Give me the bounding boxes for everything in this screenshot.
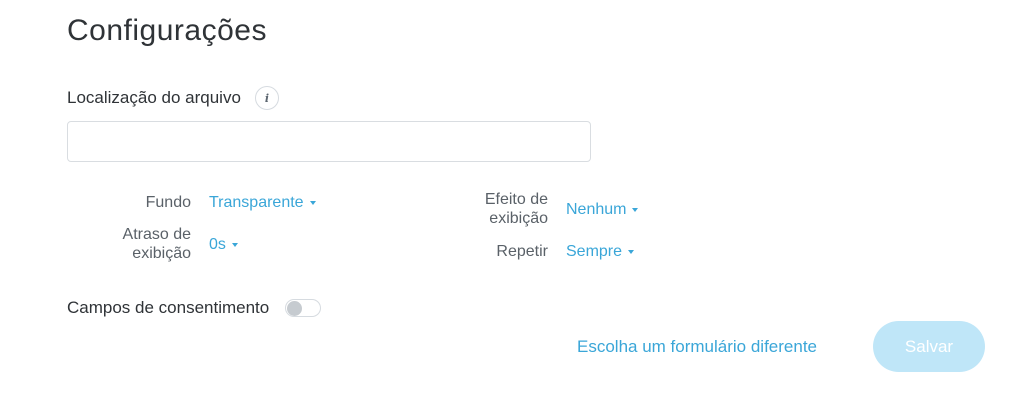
effect-label-line1: Efeito de bbox=[484, 191, 548, 208]
effect-label-line2: exibição bbox=[489, 210, 548, 227]
consent-label: Campos de consentimento bbox=[67, 298, 270, 317]
page-title: Configurações bbox=[67, 14, 267, 47]
info-icon[interactable]: i bbox=[254, 86, 279, 110]
delay-dropdown[interactable]: 0s bbox=[209, 235, 238, 254]
delay-label-line1: Atraso de bbox=[122, 226, 191, 243]
toggle-knob bbox=[287, 301, 303, 316]
background-value: Transparente bbox=[209, 194, 304, 211]
repeat-value: Sempre bbox=[566, 243, 623, 260]
delay-label-line2: exibição bbox=[132, 245, 191, 262]
background-label: Fundo bbox=[146, 193, 191, 212]
file-location-row: Localização do arquivo i bbox=[67, 86, 279, 110]
background-label-text: Fundo bbox=[145, 194, 191, 211]
file-location-input[interactable] bbox=[67, 121, 591, 162]
chevron-down-icon bbox=[309, 200, 316, 205]
consent-row: Campos de consentimento bbox=[67, 298, 322, 318]
repeat-dropdown[interactable]: Sempre bbox=[566, 242, 635, 261]
effect-label: Efeito de exibição bbox=[485, 190, 548, 228]
choose-different-form-link[interactable]: Escolha um formulário diferente bbox=[577, 337, 817, 357]
effect-dropdown[interactable]: Nenhum bbox=[566, 200, 639, 219]
repeat-label-text: Repetir bbox=[496, 243, 548, 260]
consent-toggle[interactable] bbox=[285, 299, 322, 317]
chevron-down-icon bbox=[628, 249, 635, 254]
background-dropdown[interactable]: Transparente bbox=[209, 193, 316, 212]
save-button[interactable]: Salvar bbox=[873, 321, 985, 372]
repeat-label: Repetir bbox=[496, 242, 548, 261]
chevron-down-icon bbox=[632, 207, 639, 212]
effect-value: Nenhum bbox=[566, 201, 627, 218]
chevron-down-icon bbox=[231, 242, 238, 247]
file-location-label: Localização do arquivo bbox=[67, 88, 241, 107]
delay-label: Atraso de exibição bbox=[123, 225, 191, 263]
delay-value: 0s bbox=[209, 236, 226, 253]
